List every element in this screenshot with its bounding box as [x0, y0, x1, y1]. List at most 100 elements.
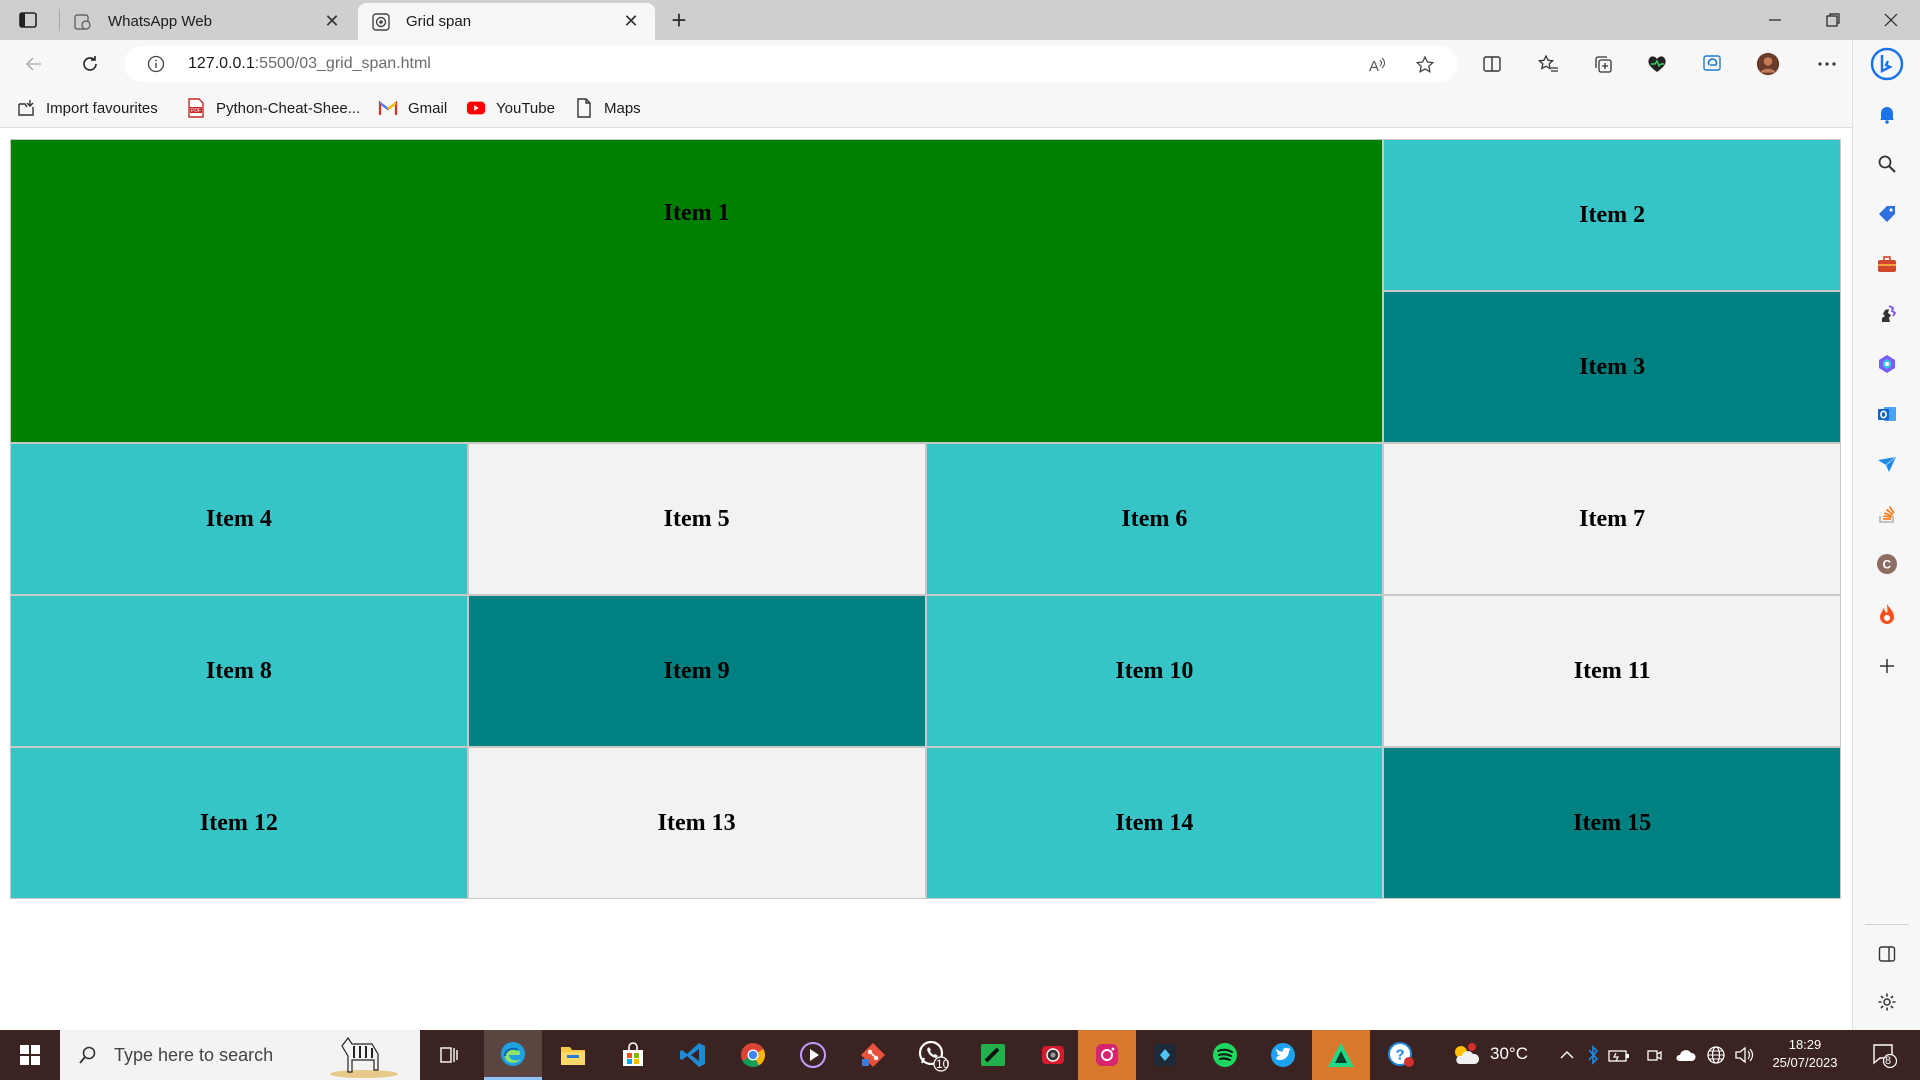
outlook-icon[interactable] [1875, 402, 1899, 426]
microsoft-store-icon[interactable] [604, 1030, 662, 1080]
favourite-gmail[interactable]: Gmail [378, 96, 447, 120]
favourite-label: Gmail [408, 99, 448, 117]
games-chess-icon[interactable] [1875, 302, 1899, 326]
sidebar-settings-gear-icon[interactable] [1875, 990, 1899, 1014]
tab-title: Grid span [406, 13, 472, 30]
show-hidden-icons-chevron-up-icon[interactable] [1556, 1044, 1578, 1066]
notification-center-icon[interactable] [1870, 1041, 1898, 1069]
grid-item-12: Item 12 [11, 748, 467, 898]
phone-link-icon[interactable] [964, 1030, 1022, 1080]
browser-essentials-icon[interactable] [1645, 52, 1669, 76]
battery-icon[interactable] [1608, 1044, 1630, 1066]
address-bar[interactable]: 127.0.0.1:5500/03_grid_span.html A [124, 46, 1458, 82]
bing-copilot-icon[interactable] [1869, 46, 1905, 82]
live-server-favicon-icon [372, 12, 390, 31]
tab-whatsapp[interactable]: WhatsApp Web ✕ [60, 3, 356, 40]
grid-item-13: Item 13 [468, 748, 925, 898]
svg-text:?: ? [1396, 1047, 1405, 1064]
spotify-icon[interactable] [1196, 1030, 1254, 1080]
flame-app-icon[interactable] [1875, 602, 1899, 626]
notifications-bell-icon[interactable] [1875, 102, 1899, 126]
bluetooth-icon[interactable] [1585, 1044, 1601, 1066]
new-tab-icon[interactable]: + [664, 5, 694, 35]
grid-item-14: Item 14 [926, 748, 1383, 898]
tab-title: WhatsApp Web [108, 13, 212, 30]
tools-briefcase-icon[interactable] [1875, 252, 1899, 276]
grid-item-7: Item 7 [1384, 444, 1840, 594]
taskbar-clock[interactable]: 18:29 25/07/2023 [1760, 1036, 1850, 1072]
stack-overflow-icon[interactable] [1875, 502, 1899, 526]
whatsapp-badge: 10 [936, 1057, 950, 1071]
git-icon[interactable] [844, 1030, 902, 1080]
grid-container: Item 1 Item 2 Item 3 Item 4 Item 5 Item … [10, 139, 1841, 899]
zebra-illustration-icon [328, 1034, 400, 1078]
favourite-import[interactable]: Import favourites [16, 96, 158, 120]
pycharm-edu-icon[interactable] [1312, 1030, 1370, 1080]
grid-item-4: Item 4 [11, 444, 467, 594]
search-icon[interactable] [1875, 152, 1899, 176]
task-view-icon[interactable] [420, 1030, 478, 1080]
profile-avatar[interactable] [1756, 52, 1780, 76]
python-tool-icon[interactable] [1136, 1030, 1194, 1080]
speaker-volume-icon[interactable] [1733, 1044, 1755, 1066]
youtube-icon [466, 98, 486, 118]
chrome-icon[interactable] [724, 1030, 782, 1080]
help-icon[interactable]: ? [1372, 1030, 1430, 1080]
drop-send-icon[interactable] [1875, 452, 1899, 476]
weather-icon[interactable] [1450, 1043, 1480, 1066]
c-app-icon[interactable]: C [1875, 552, 1899, 576]
address-url[interactable]: 127.0.0.1:5500/03_grid_span.html [188, 55, 431, 73]
onedrive-cloud-icon[interactable] [1674, 1044, 1696, 1066]
tab-actions-icon[interactable] [14, 8, 42, 32]
favourite-maps[interactable]: Maps [574, 96, 641, 120]
camera-app-icon[interactable] [1024, 1030, 1082, 1080]
favourite-star-icon[interactable] [1414, 54, 1436, 76]
page-viewport: Item 1 Item 2 Item 3 Item 4 Item 5 Item … [0, 129, 1852, 1030]
close-window-icon[interactable] [1862, 0, 1920, 40]
favourite-python-cheat-sheet[interactable]: PDF Python-Cheat-Shee... [186, 96, 360, 120]
tab-close-icon[interactable]: ✕ [621, 11, 641, 32]
url-path: :5500/03_grid_span.html [254, 55, 431, 72]
more-options-icon[interactable] [1815, 52, 1839, 76]
windows-taskbar: Type here to search 10 ? 30°C 18:29 25/0… [0, 1030, 1920, 1080]
hide-sidebar-icon[interactable] [1875, 942, 1899, 966]
twitter-icon[interactable] [1254, 1030, 1312, 1080]
collections-icon[interactable] [1591, 52, 1615, 76]
grid-item-2: Item 2 [1384, 140, 1840, 290]
media-player-icon[interactable] [784, 1030, 842, 1080]
split-screen-icon[interactable] [1480, 52, 1504, 76]
favourite-label: Python-Cheat-Shee... [216, 99, 361, 117]
minimize-icon[interactable] [1746, 0, 1804, 40]
grid-item-8: Item 8 [11, 596, 467, 746]
taskbar-search-box[interactable]: Type here to search [60, 1030, 420, 1080]
grid-item-6: Item 6 [926, 444, 1383, 594]
favourite-label: Maps [604, 99, 641, 117]
add-sidebar-app-icon[interactable] [1875, 654, 1899, 678]
favourites-icon[interactable] [1536, 52, 1560, 76]
url-host: 127.0.0.1 [188, 55, 255, 72]
microsoft-365-icon[interactable] [1875, 352, 1899, 376]
windows-start-icon[interactable] [0, 1030, 60, 1080]
vscode-icon[interactable] [664, 1030, 722, 1080]
svg-text:C: C [1883, 558, 1892, 572]
meet-now-icon[interactable] [1646, 1044, 1662, 1066]
favourite-youtube[interactable]: YouTube [466, 96, 555, 120]
restore-icon[interactable] [1804, 0, 1862, 40]
tab-close-icon[interactable]: ✕ [322, 11, 342, 32]
edge-taskbar-icon[interactable] [484, 1030, 542, 1080]
favourite-label: YouTube [496, 99, 555, 117]
back-icon[interactable] [18, 48, 50, 80]
shopping-tag-icon[interactable] [1875, 202, 1899, 226]
edge-performance-icon[interactable] [1701, 52, 1725, 76]
grid-item-11: Item 11 [1384, 596, 1840, 746]
refresh-icon[interactable] [74, 48, 106, 80]
tab-grid-span[interactable]: Grid span ✕ [358, 3, 655, 40]
site-info-icon[interactable] [146, 54, 166, 74]
language-globe-icon[interactable] [1705, 1044, 1727, 1066]
whatsapp-taskbar-icon[interactable]: 10 [904, 1030, 962, 1080]
favourites-bar: Import favourites PDF Python-Cheat-Shee.… [0, 88, 1852, 128]
instagram-icon[interactable] [1078, 1030, 1136, 1080]
file-explorer-icon[interactable] [544, 1030, 602, 1080]
read-aloud-icon[interactable]: A [1366, 54, 1388, 76]
clock-time: 18:29 [1788, 1037, 1822, 1052]
